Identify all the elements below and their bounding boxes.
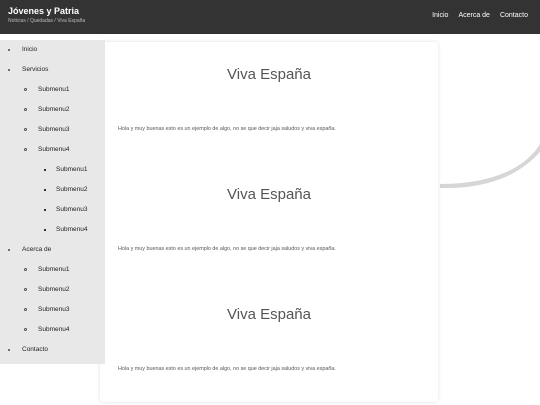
sidebar-subitem[interactable]: Submenu2 — [0, 100, 105, 120]
bullet-icon — [8, 249, 10, 251]
sidebar-item-label: Submenu3 — [56, 206, 88, 213]
sidebar-item-label: Submenu1 — [38, 266, 70, 273]
circle-bullet-icon — [24, 88, 27, 91]
square-bullet-icon — [44, 189, 46, 191]
sidebar-item-label: Inicio — [22, 46, 38, 53]
circle-bullet-icon — [24, 308, 27, 311]
post-title: Viva España — [227, 306, 311, 323]
sidebar-item-label: Submenu2 — [38, 286, 70, 293]
sidebar-subitem[interactable]: Submenu3 — [0, 120, 105, 140]
post-body: Hola y muy buenas esto es un ejemplo de … — [118, 246, 336, 252]
sidebar-item-label: Submenu2 — [38, 106, 70, 113]
sidebar-subitem[interactable]: Submenu1 — [0, 260, 105, 280]
square-bullet-icon — [44, 229, 46, 231]
top-navbar: Jóvenes y Patria Noticias / Quedadas / V… — [0, 0, 540, 34]
nav-link-inicio[interactable]: Inicio — [432, 12, 448, 19]
sidebar-subitem[interactable]: Submenu4 — [0, 140, 105, 160]
circle-bullet-icon — [24, 108, 27, 111]
sidebar-item-label: Submenu4 — [38, 326, 70, 333]
breadcrumb: Noticias / Quedadas / Viva España — [8, 18, 86, 24]
sidebar-item-label: Submenu3 — [38, 126, 70, 133]
sidebar-item-label: Submenu2 — [56, 186, 88, 193]
sidebar-item-acerca-de[interactable]: Acerca de — [0, 240, 105, 260]
sidebar-subitem[interactable]: Submenu2 — [0, 280, 105, 300]
nav-link-contacto[interactable]: Contacto — [500, 12, 528, 19]
circle-bullet-icon — [24, 328, 27, 331]
post-title: Viva España — [227, 186, 311, 203]
circle-bullet-icon — [24, 288, 27, 291]
sidebar-list: Inicio Servicios Submenu1 Submenu2 Subme… — [0, 40, 105, 360]
sidebar-item-label: Submenu1 — [56, 166, 88, 173]
nav-link-acerca-de[interactable]: Acerca de — [458, 12, 490, 19]
sidebar-subitem[interactable]: Submenu1 — [0, 80, 105, 100]
sidebar-subsubitem[interactable]: Submenu1 — [0, 160, 105, 180]
sidebar-item-label: Submenu4 — [56, 226, 88, 233]
site-title[interactable]: Jóvenes y Patria — [8, 6, 85, 16]
sidebar-subsubitem[interactable]: Submenu3 — [0, 200, 105, 220]
bullet-icon — [8, 49, 10, 51]
top-nav: Inicio Acerca de Contacto — [432, 12, 528, 19]
post-body: Hola y muy buenas esto es un ejemplo de … — [118, 366, 336, 372]
bullet-icon — [8, 69, 10, 71]
sidebar-item-label: Servicios — [22, 66, 49, 73]
circle-bullet-icon — [24, 268, 27, 271]
sidebar-item-label: Submenu1 — [38, 86, 70, 93]
square-bullet-icon — [44, 169, 46, 171]
sidebar-item-servicios[interactable]: Servicios — [0, 60, 105, 80]
sidebar-item-label: Submenu4 — [38, 146, 70, 153]
sidebar-subitem[interactable]: Submenu3 — [0, 300, 105, 320]
sidebar-menu: Inicio Servicios Submenu1 Submenu2 Subme… — [0, 40, 105, 364]
sidebar-item-label: Submenu3 — [38, 306, 70, 313]
post-title: Viva España — [227, 66, 311, 83]
sidebar-subsubitem[interactable]: Submenu4 — [0, 220, 105, 240]
sidebar-item-contacto[interactable]: Contacto — [0, 340, 105, 360]
circle-bullet-icon — [24, 148, 27, 151]
circle-bullet-icon — [24, 128, 27, 131]
post-body: Hola y muy buenas esto es un ejemplo de … — [118, 126, 336, 132]
sidebar-item-inicio[interactable]: Inicio — [0, 40, 105, 60]
bullet-icon — [8, 349, 10, 351]
square-bullet-icon — [44, 209, 46, 211]
brand: Jóvenes y Patria Noticias / Quedadas / V… — [8, 6, 85, 24]
sidebar-item-label: Acerca de — [22, 246, 52, 253]
content-card — [100, 42, 438, 402]
sidebar-subitem[interactable]: Submenu4 — [0, 320, 105, 340]
sidebar-item-label: Contacto — [22, 346, 49, 353]
sidebar-subsubitem[interactable]: Submenu2 — [0, 180, 105, 200]
